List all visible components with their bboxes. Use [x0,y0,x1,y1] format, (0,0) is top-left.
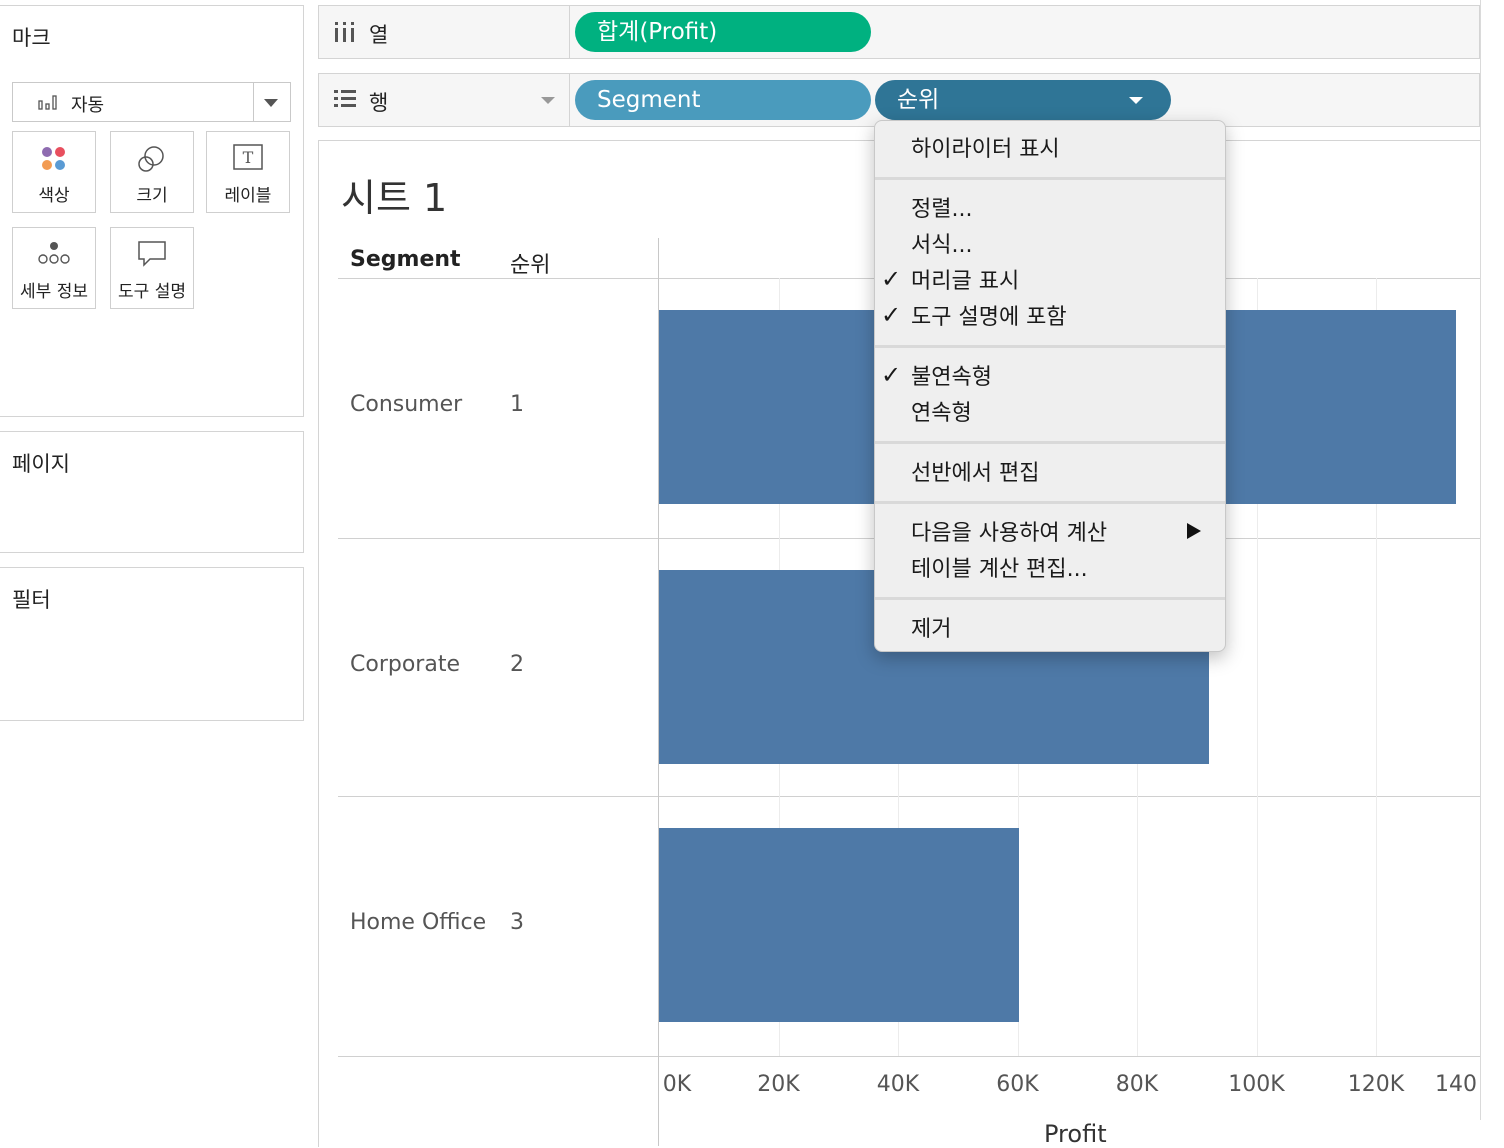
row-label-segment[interactable]: Consumer [350,392,462,417]
row-divider [338,796,1480,797]
profit-pill[interactable]: 합계(Profit) [575,12,871,52]
dropdown-separator [253,83,254,121]
bar[interactable] [659,828,1020,1022]
checkmark-icon: ✓ [881,301,902,329]
menu-separator [875,501,1225,504]
rank-pill[interactable]: 순위 [875,80,1171,120]
chevron-down-icon[interactable] [541,97,555,104]
x-tick-label: 120K [1347,1072,1405,1097]
pages-panel[interactable]: 페이지 [0,431,304,553]
menu-item[interactable]: 연속형 [911,395,972,427]
color-icon [42,147,65,170]
x-tick-label: 0K [662,1072,692,1097]
detail-icon [38,242,70,264]
label-label: 레이블 [224,186,272,206]
checkmark-icon: ✓ [881,265,902,293]
menu-item[interactable]: 서식... [911,227,972,259]
color-label: 색상 [38,186,70,206]
mark-type-value: 자동 [71,95,105,116]
menu-item[interactable]: 불연속형 [911,359,992,391]
submenu-arrow-icon [1187,523,1201,539]
header-segment[interactable]: Segment [350,247,461,272]
pill-context-menu: 하이라이터 표시정렬... 서식... 머리글 표시 ✓ 도구 설명에 포함 ✓ 불연속형 ✓… [874,120,1226,652]
menu-item[interactable]: 도구 설명에 포함 [911,299,1067,331]
columns-shelf-header: 열 [319,6,570,58]
pages-title: 페이지 [12,452,70,476]
rows-shelf-header[interactable]: 행 [319,74,570,126]
menu-item[interactable]: 선반에서 편집 [911,455,1039,487]
rank-pill-label: 순위 [897,87,940,113]
bar-chart-icon [38,95,57,110]
filters-title: 필터 [12,588,51,612]
rows-icon [334,90,356,107]
menu-item[interactable]: 다음을 사용하여 계산 [911,515,1107,547]
marks-panel: 마크 자동 색상 크기 T 레이블 세부 정보 도구 설명 [0,5,304,417]
columns-shelf[interactable]: 열 합계(Profit) [318,5,1480,59]
x-axis-title: Profit [1044,1120,1107,1148]
sheet-title: 시트 1 [341,176,448,220]
menu-item[interactable]: 제거 [911,611,951,643]
size-card[interactable]: 크기 [110,131,194,213]
mark-type-dropdown[interactable]: 자동 [12,82,291,122]
menu-separator [875,177,1225,180]
axis-divider [338,1056,1480,1057]
color-card[interactable]: 색상 [12,131,96,213]
checkmark-icon: ✓ [881,361,902,389]
x-tick-label: 60K [996,1072,1039,1097]
menu-separator [875,597,1225,600]
row-label-rank[interactable]: 3 [510,910,524,935]
rows-shelf-label: 행 [369,91,389,115]
x-tick-label: 20K [757,1072,800,1097]
row-label-segment[interactable]: Home Office [350,910,486,935]
x-tick-label: 100K [1228,1072,1285,1097]
marks-title: 마크 [12,26,51,50]
scrollbar[interactable] [1480,0,1504,1120]
detail-label: 세부 정보 [20,282,88,302]
filters-panel[interactable]: 필터 [0,567,304,721]
menu-item[interactable]: 테이블 계산 편집... [911,551,1088,583]
rows-shelf[interactable]: 행 Segment 순위 [318,73,1480,127]
menu-item[interactable]: 하이라이터 표시 [911,131,1060,163]
row-label-rank[interactable]: 1 [510,392,524,417]
size-label: 크기 [136,186,168,206]
menu-separator [875,345,1225,348]
chevron-down-icon[interactable] [1129,97,1143,104]
label-card[interactable]: T 레이블 [206,131,290,213]
chevron-down-icon[interactable] [264,99,278,107]
columns-icon [335,22,354,42]
x-tick-label: 40K [876,1072,920,1097]
columns-shelf-label: 열 [369,23,389,47]
tooltip-label: 도구 설명 [118,282,186,302]
size-icon [138,146,164,172]
row-label-segment[interactable]: Corporate [350,652,460,677]
menu-separator [875,441,1225,444]
header-rank[interactable]: 순위 [510,247,550,279]
detail-card[interactable]: 세부 정보 [12,227,96,309]
segment-pill[interactable]: Segment [575,80,871,120]
svg-text:T: T [243,148,254,167]
tooltip-icon [138,241,166,267]
x-tick-label: 80K [1115,1072,1159,1097]
menu-item[interactable]: 머리글 표시 [911,263,1019,295]
row-label-rank[interactable]: 2 [510,652,524,677]
menu-item[interactable]: 정렬... [911,191,972,223]
x-tick-label: 140 [1435,1072,1477,1097]
tooltip-card[interactable]: 도구 설명 [110,227,194,309]
text-label-icon: T [233,144,263,170]
